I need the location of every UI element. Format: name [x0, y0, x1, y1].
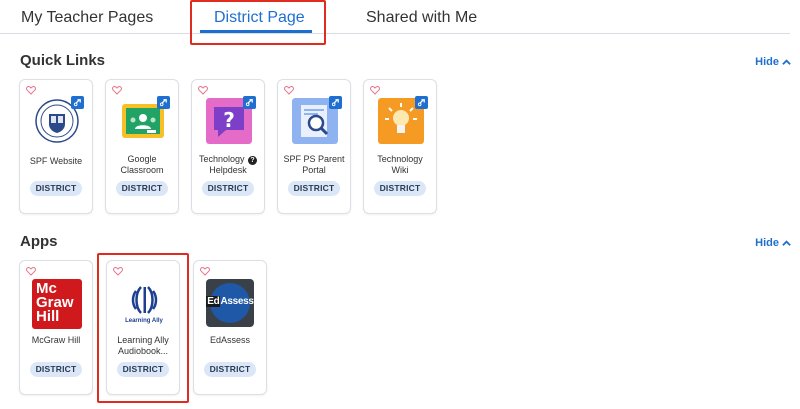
favorite-heart-icon[interactable]: [112, 85, 122, 95]
external-link-icon: [243, 96, 256, 109]
edassess-logo-icon: EdAssess: [206, 279, 254, 327]
card-label-text-line2: Helpdesk: [209, 165, 247, 175]
quick-links-hide-button[interactable]: Hide: [755, 56, 791, 68]
chevron-up-icon: [782, 58, 791, 65]
card-label: Technology ? Helpdesk: [194, 154, 262, 176]
apps-title: Apps: [20, 233, 58, 250]
external-link-icon: [329, 96, 342, 109]
logo-line-3: Hill: [36, 308, 60, 325]
favorite-heart-icon[interactable]: [26, 266, 36, 276]
card-label: Learning Ally Audiobook...: [117, 335, 169, 356]
external-link-icon: [71, 96, 84, 109]
chevron-up-icon: [782, 239, 791, 246]
learning-ally-logo-text: Learning Ally: [125, 318, 163, 324]
card-label: Google Classroom: [120, 154, 164, 175]
quick-link-card-parent-portal[interactable]: SPF PS Parent Portal DISTRICT: [277, 79, 351, 214]
edassess-logo-ed: Ed: [206, 296, 221, 307]
card-label: SPF PS Parent Portal: [283, 154, 345, 175]
hide-label: Hide: [755, 56, 779, 68]
app-card-edassess[interactable]: EdAssess EdAssess DISTRICT: [193, 260, 267, 395]
favorite-heart-icon[interactable]: [198, 85, 208, 95]
favorite-heart-icon[interactable]: [26, 85, 36, 95]
district-badge: DISTRICT: [288, 181, 340, 196]
card-label: McGraw Hill: [31, 335, 81, 345]
app-card-learning-ally[interactable]: Learning Ally Learning Ally Audiobook...…: [106, 260, 180, 395]
learning-ally-logo-icon: Learning Ally: [117, 279, 171, 329]
favorite-heart-icon[interactable]: [370, 85, 380, 95]
district-badge: DISTRICT: [30, 181, 82, 196]
tab-shared-with-me[interactable]: Shared with Me: [366, 9, 477, 27]
card-label-text: Technology: [198, 154, 245, 164]
tab-my-teacher-pages[interactable]: My Teacher Pages: [21, 9, 153, 27]
svg-text:?: ?: [223, 108, 235, 132]
district-badge: DISTRICT: [30, 362, 82, 377]
quick-link-card-technology-helpdesk[interactable]: ? Technology ? Helpdesk DISTRICT: [191, 79, 265, 214]
help-question-icon[interactable]: ?: [248, 156, 258, 165]
active-tab-indicator: [200, 30, 312, 33]
quick-link-card-technology-wiki[interactable]: Technology Wiki DISTRICT: [363, 79, 437, 214]
page-tabs: My Teacher Pages District Page Shared wi…: [0, 0, 790, 34]
external-link-icon: [157, 96, 170, 109]
card-label: EdAssess: [209, 335, 251, 345]
app-card-mcgraw-hill[interactable]: Mc Graw Hill McGraw Hill DISTRICT: [19, 260, 93, 395]
favorite-heart-icon[interactable]: [200, 266, 210, 276]
favorite-heart-icon[interactable]: [113, 266, 123, 276]
hide-label: Hide: [755, 237, 779, 249]
district-badge: DISTRICT: [204, 362, 256, 377]
edassess-logo-assess: Assess: [220, 296, 254, 307]
tab-district-page[interactable]: District Page: [214, 9, 305, 27]
district-badge: DISTRICT: [117, 362, 169, 377]
district-badge: DISTRICT: [116, 181, 168, 196]
external-link-icon: [415, 96, 428, 109]
card-label: SPF Website: [29, 156, 83, 166]
apps-hide-button[interactable]: Hide: [755, 237, 791, 249]
favorite-heart-icon[interactable]: [284, 85, 294, 95]
card-label: Technology Wiki: [377, 154, 423, 175]
mcgraw-hill-logo-icon: Mc Graw Hill: [32, 279, 82, 329]
quick-link-card-google-classroom[interactable]: Google Classroom DISTRICT: [105, 79, 179, 214]
quick-links-title: Quick Links: [20, 52, 106, 69]
quick-link-card-spf-website[interactable]: SPF Website DISTRICT: [19, 79, 93, 214]
district-badge: DISTRICT: [374, 181, 426, 196]
district-badge: DISTRICT: [202, 181, 254, 196]
